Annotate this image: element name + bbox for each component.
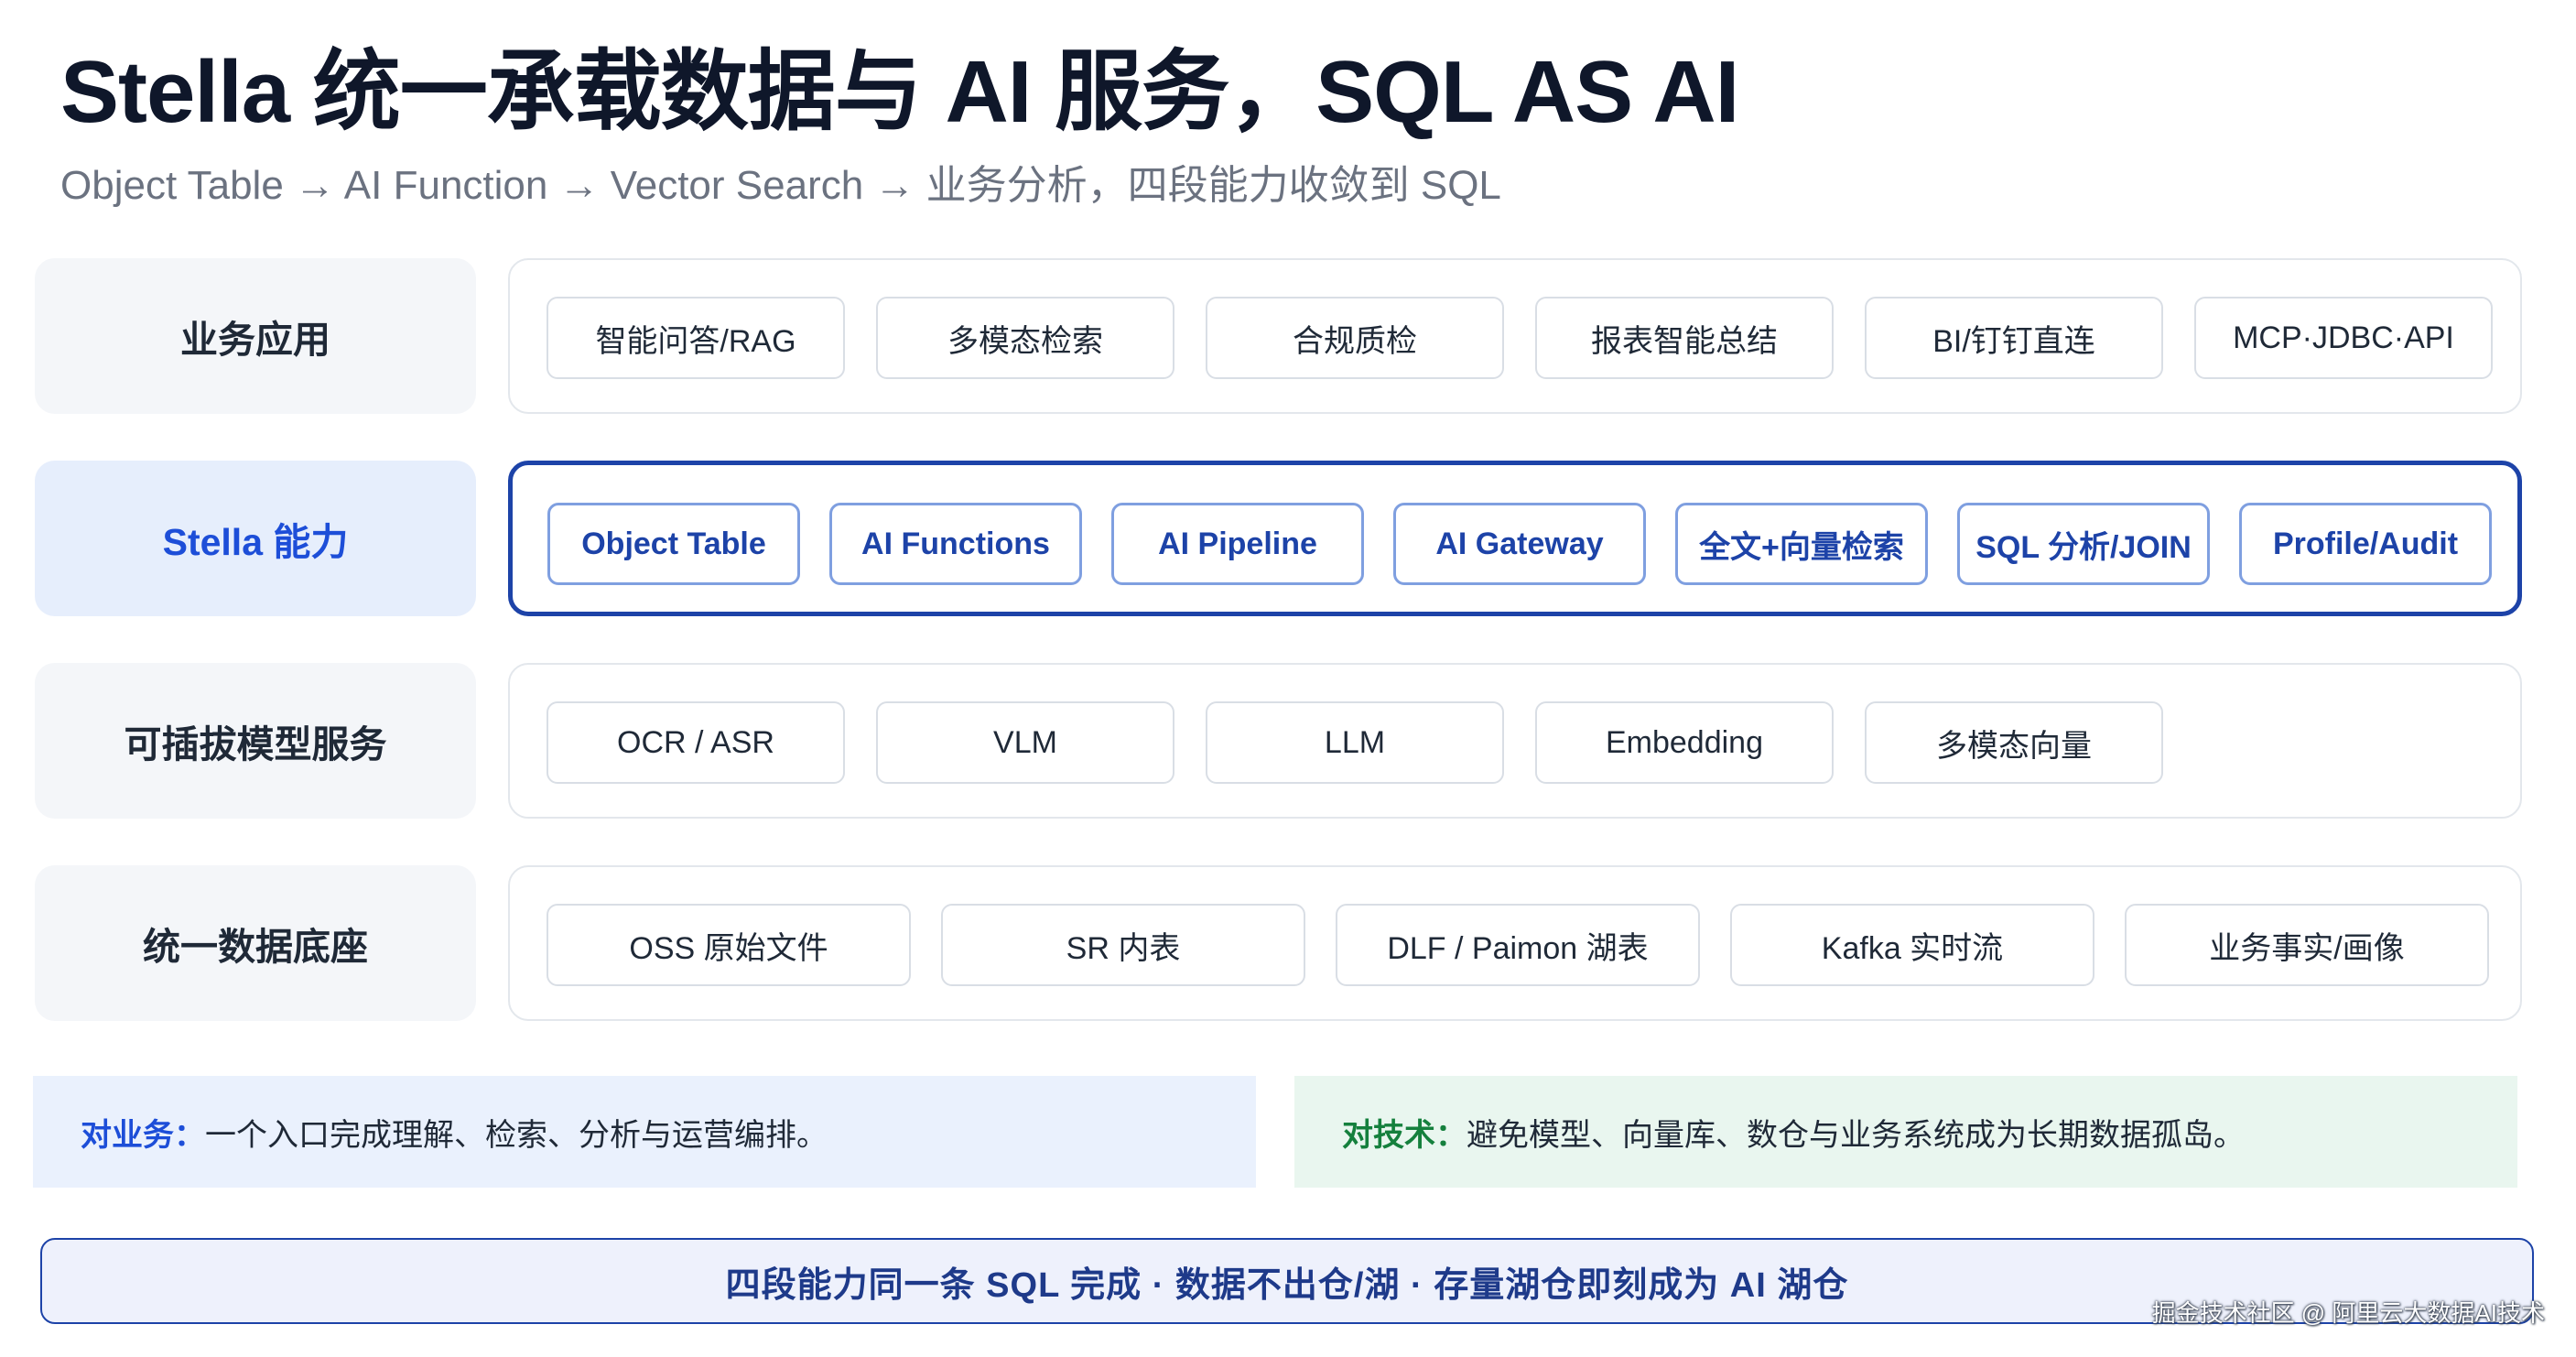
chip-fulltext-vector-search: 全文+向量检索 <box>1675 503 1928 585</box>
chip-dlf-paimon-lake-table: DLF / Paimon 湖表 <box>1336 904 1700 986</box>
callout-tech-text: 避免模型、向量库、数仓与业务系统成为长期数据孤岛。 <box>1467 1117 2245 1153</box>
chip-ai-pipeline: AI Pipeline <box>1111 503 1364 585</box>
chip-kafka-realtime-stream: Kafka 实时流 <box>1730 904 2094 986</box>
page-title: Stella 统一承载数据与 AI 服务，SQL AS AI <box>60 43 1739 141</box>
callout-business: 对业务： 一个入口完成理解、检索、分析与运营编排。 <box>33 1076 1256 1188</box>
callout-business-lead: 对业务： <box>81 1117 205 1153</box>
chip-oss-raw-files: OSS 原始文件 <box>547 904 911 986</box>
chip-multimodal-search: 多模态检索 <box>876 297 1174 379</box>
chip-mcp-jdbc-api: MCP·JDBC·API <box>2194 297 2493 379</box>
callout-tech: 对技术： 避免模型、向量库、数仓与业务系统成为长期数据孤岛。 <box>1294 1076 2517 1188</box>
chip-llm: LLM <box>1206 701 1504 784</box>
row-panel-stella-capabilities: Object Table AI Functions AI Pipeline AI… <box>508 461 2522 616</box>
row-label-business-apps: 业务应用 <box>35 258 476 414</box>
chip-business-facts-profile: 业务事实/画像 <box>2125 904 2489 986</box>
chip-ocr-asr: OCR / ASR <box>547 701 845 784</box>
chip-sr-internal-table: SR 内表 <box>941 904 1305 986</box>
chip-report-summary: 报表智能总结 <box>1535 297 1834 379</box>
row-panel-business-apps: 智能问答/RAG 多模态检索 合规质检 报表智能总结 BI/钉钉直连 MCP·J… <box>508 258 2522 414</box>
watermark: 掘金技术社区 @ 阿里云大数据AI技术 <box>2151 1299 2545 1327</box>
callout-business-text: 一个入口完成理解、检索、分析与运营编排。 <box>205 1117 828 1153</box>
chip-vlm: VLM <box>876 701 1174 784</box>
page-subtitle: Object Table → AI Function → Vector Sear… <box>60 163 1501 208</box>
row-label-stella-capabilities: Stella 能力 <box>35 461 476 616</box>
chip-ai-gateway: AI Gateway <box>1393 503 1646 585</box>
row-panel-pluggable-models: OCR / ASR VLM LLM Embedding 多模态向量 <box>508 663 2522 819</box>
chip-ai-functions: AI Functions <box>829 503 1082 585</box>
chip-embedding: Embedding <box>1535 701 1834 784</box>
row-label-pluggable-models: 可插拔模型服务 <box>35 663 476 819</box>
callout-tech-lead: 对技术： <box>1342 1117 1467 1153</box>
chip-object-table: Object Table <box>547 503 800 585</box>
chip-compliance-qc: 合规质检 <box>1206 297 1504 379</box>
row-label-unified-data-foundation: 统一数据底座 <box>35 865 476 1021</box>
chip-profile-audit: Profile/Audit <box>2239 503 2492 585</box>
chip-bi-dingtalk: BI/钉钉直连 <box>1865 297 2163 379</box>
chip-rag: 智能问答/RAG <box>547 297 845 379</box>
chip-multimodal-vector: 多模态向量 <box>1865 701 2163 784</box>
chip-sql-analysis-join: SQL 分析/JOIN <box>1957 503 2210 585</box>
row-panel-unified-data-foundation: OSS 原始文件 SR 内表 DLF / Paimon 湖表 Kafka 实时流… <box>508 865 2522 1021</box>
